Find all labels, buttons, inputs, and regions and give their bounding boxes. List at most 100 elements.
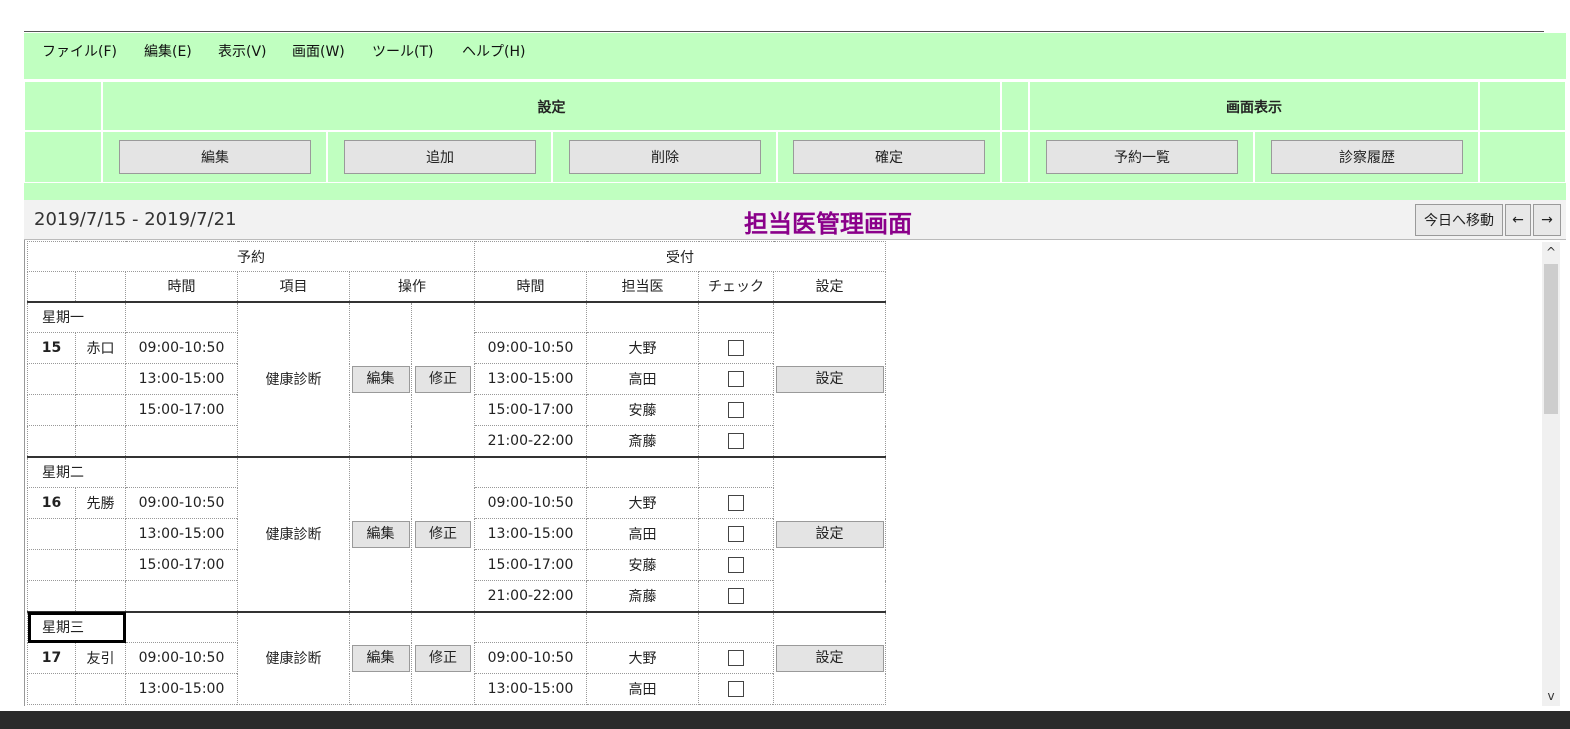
row-edit-button[interactable]: 編集 bbox=[351, 520, 410, 548]
add-button[interactable]: 追加 bbox=[344, 140, 536, 174]
confirm-button[interactable]: 確定 bbox=[793, 140, 985, 174]
check-checkbox[interactable] bbox=[728, 557, 744, 573]
ops-fix-cell: 修正 bbox=[411, 300, 475, 457]
day-name-cell[interactable]: 星期一 bbox=[27, 300, 126, 333]
next-week-button[interactable]: → bbox=[1533, 204, 1561, 236]
menu-view[interactable]: 表示(V) bbox=[218, 41, 267, 61]
doctor-name: 安藤 bbox=[586, 549, 699, 581]
check-checkbox[interactable] bbox=[728, 432, 744, 449]
check-checkbox[interactable] bbox=[728, 495, 744, 511]
reception-time: 21:00-22:00 bbox=[474, 580, 587, 612]
menu-help[interactable]: ヘルプ(H) bbox=[462, 41, 525, 61]
row-fix-button[interactable]: 修正 bbox=[415, 520, 471, 548]
ribbon-cell bbox=[1001, 81, 1029, 131]
empty-cell bbox=[125, 610, 238, 643]
row-settings-button[interactable]: 設定 bbox=[775, 644, 884, 672]
settings-group-title: 設定 bbox=[537, 100, 566, 116]
empty-cell bbox=[75, 673, 126, 705]
ribbon-cell bbox=[1001, 131, 1029, 183]
check-checkbox[interactable] bbox=[728, 340, 744, 356]
doctor-name: 斎藤 bbox=[586, 580, 699, 612]
ops-edit-cell: 編集 bbox=[349, 455, 412, 612]
reception-time: 21:00-22:00 bbox=[474, 425, 587, 457]
item-cell: 健康診断 bbox=[237, 610, 350, 705]
item-cell: 健康診断 bbox=[237, 455, 350, 612]
header-blank bbox=[75, 271, 126, 303]
check-cell bbox=[698, 642, 774, 674]
menu-edit[interactable]: 編集(E) bbox=[144, 41, 192, 61]
empty-cell bbox=[75, 580, 126, 612]
empty-cell bbox=[75, 549, 126, 581]
check-checkbox[interactable] bbox=[728, 402, 744, 418]
doctor-name: 高田 bbox=[586, 518, 699, 550]
ribbon-cell bbox=[1479, 131, 1566, 183]
doctor-name: 高田 bbox=[586, 673, 699, 705]
ribbon-cell bbox=[24, 81, 102, 131]
arrow-left-icon: ← bbox=[1512, 212, 1524, 228]
row-fix-button[interactable]: 修正 bbox=[415, 365, 471, 393]
reservation-time: 13:00-15:00 bbox=[125, 518, 238, 550]
col-ops-header: 操作 bbox=[349, 271, 475, 303]
reception-time: 09:00-10:50 bbox=[474, 642, 587, 674]
delete-button[interactable]: 削除 bbox=[569, 140, 761, 174]
col-check-header: チェック bbox=[698, 271, 774, 303]
empty-cell bbox=[125, 300, 238, 333]
menu-window[interactable]: 画面(W) bbox=[292, 41, 345, 61]
check-checkbox[interactable] bbox=[728, 587, 744, 604]
rokuyo-label: 赤口 bbox=[75, 332, 126, 364]
check-cell bbox=[698, 363, 774, 395]
doctor-name: 大野 bbox=[586, 332, 699, 364]
doctor-name: 高田 bbox=[586, 363, 699, 395]
day-header-row: 星期一 健康診断 編集 修正 設定 bbox=[27, 300, 886, 457]
check-cell bbox=[698, 332, 774, 364]
edit-button[interactable]: 編集 bbox=[119, 140, 311, 174]
row-fix-button[interactable]: 修正 bbox=[415, 644, 471, 672]
day-header-row: 星期三 健康診断 編集 修正 設定 bbox=[27, 610, 886, 705]
row-edit-button[interactable]: 編集 bbox=[351, 644, 410, 672]
reservation-time: 13:00-15:00 bbox=[125, 363, 238, 395]
check-cell bbox=[698, 394, 774, 426]
check-checkbox[interactable] bbox=[728, 371, 744, 387]
check-checkbox[interactable] bbox=[728, 681, 744, 697]
row-settings-button[interactable]: 設定 bbox=[775, 365, 884, 393]
reservation-list-button[interactable]: 予約一覧 bbox=[1046, 140, 1238, 174]
calendar-header: 2019/7/15 - 2019/7/21 担当医管理画面 今日へ移動 ← → bbox=[24, 200, 1566, 240]
check-checkbox[interactable] bbox=[728, 526, 744, 542]
vertical-scrollbar[interactable]: ^ v bbox=[1542, 242, 1560, 706]
day-name-cell[interactable]: 星期二 bbox=[27, 455, 126, 488]
ribbon-bottom-strip bbox=[24, 183, 1566, 200]
header-row-columns: 時間 項目 操作 時間 担当医 チェック 設定 bbox=[27, 271, 886, 303]
menu-file[interactable]: ファイル(F) bbox=[42, 41, 117, 61]
scroll-down-icon[interactable]: v bbox=[1542, 686, 1560, 706]
exam-history-button[interactable]: 診察履歴 bbox=[1271, 140, 1463, 174]
col-time-header: 時間 bbox=[125, 271, 238, 303]
reservation-time bbox=[125, 425, 238, 457]
row-settings-button[interactable]: 設定 bbox=[775, 520, 884, 548]
taskbar-strip bbox=[0, 711, 1570, 729]
check-checkbox[interactable] bbox=[728, 650, 744, 666]
empty-cell bbox=[27, 425, 76, 457]
day-name-cell[interactable]: 星期三 bbox=[27, 610, 126, 643]
scrollbar-thumb[interactable] bbox=[1544, 264, 1558, 414]
settings-cell: 設定 bbox=[773, 455, 886, 612]
empty-cell bbox=[586, 610, 699, 643]
empty-cell bbox=[75, 394, 126, 426]
schedule-grid-area: 予約 受付 時間 項目 操作 時間 担当医 チェック 設定 星期一 健康診断 編集修… bbox=[24, 240, 1566, 706]
reception-time: 09:00-10:50 bbox=[474, 332, 587, 364]
row-edit-button[interactable]: 編集 bbox=[351, 365, 410, 393]
top-rule bbox=[24, 31, 1544, 32]
menu-tools[interactable]: ツール(T) bbox=[372, 41, 433, 61]
empty-cell bbox=[474, 455, 587, 488]
col-item-header: 項目 bbox=[237, 271, 350, 303]
go-to-today-button[interactable]: 今日へ移動 bbox=[1415, 204, 1503, 236]
scroll-up-icon[interactable]: ^ bbox=[1542, 242, 1560, 262]
prev-week-button[interactable]: ← bbox=[1505, 204, 1531, 236]
empty-cell bbox=[698, 610, 774, 643]
empty-cell bbox=[586, 300, 699, 333]
rokuyo-label: 友引 bbox=[75, 642, 126, 674]
reception-group-header: 受付 bbox=[474, 241, 886, 272]
header-row-groups: 予約 受付 bbox=[27, 241, 886, 272]
reception-time: 15:00-17:00 bbox=[474, 549, 587, 581]
arrow-right-icon: → bbox=[1541, 212, 1553, 228]
doctor-name: 大野 bbox=[586, 642, 699, 674]
